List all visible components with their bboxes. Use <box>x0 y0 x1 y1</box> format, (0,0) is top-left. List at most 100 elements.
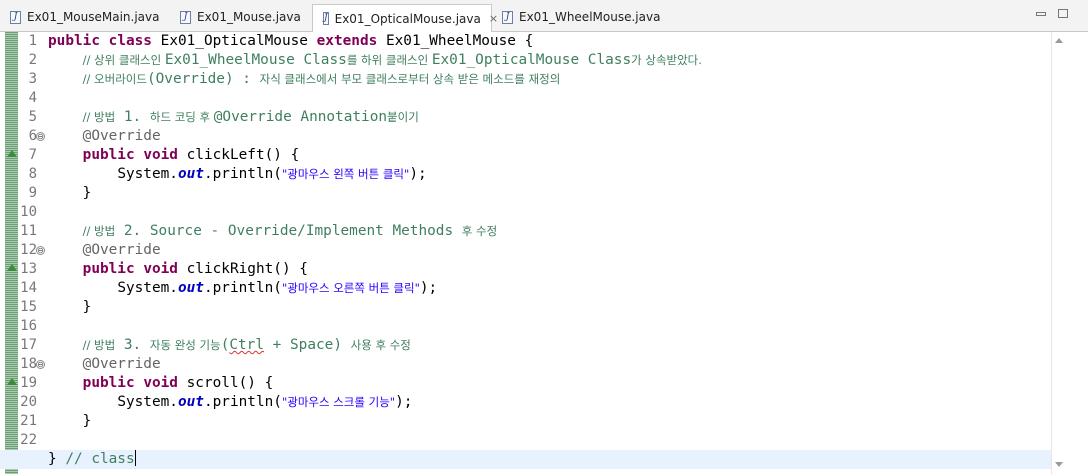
code-line: // 상위 클래스인 Ex01_WheelMouse Class를 하위 클래스… <box>48 51 702 70</box>
brace: } <box>82 299 92 315</box>
fold-icon[interactable]: ⊖ <box>36 360 45 369</box>
tab-ex01-mouse[interactable]: J Ex01_Mouse.java <box>170 4 312 30</box>
minimize-icon[interactable] <box>1036 12 1046 16</box>
quick-diff-ruler <box>5 32 18 474</box>
code-line: public void clickRight() { <box>48 260 308 279</box>
comment-text: // 방법 <box>82 338 116 352</box>
comment-text: + Space) <box>264 337 351 353</box>
code-text: .println( <box>203 280 282 296</box>
tab-label: Ex01_MouseMain.java <box>27 10 160 24</box>
code-line: } <box>48 184 92 203</box>
comment-text: @Override Annotation <box>213 109 388 125</box>
code-line: // 방법 2. Source - Override/Implement Met… <box>48 222 498 241</box>
comment-text: 1. <box>115 109 150 125</box>
code-line: // 오버라이드(Override) : 자식 클래스에서 부모 클래스로부터 … <box>48 70 561 89</box>
tab-ex01-mousemain[interactable]: J Ex01_MouseMain.java <box>0 4 168 30</box>
line-number: 17 <box>20 337 37 353</box>
code-line: // 방법 1. 하드 코딩 후 @Override Annotation붙이기 <box>48 108 419 127</box>
keyword: void <box>143 261 178 277</box>
fold-icon[interactable]: ⊖ <box>36 132 45 141</box>
code-text-area[interactable]: public class Ex01_OpticalMouse extends E… <box>0 32 1088 474</box>
current-code-line: } // class <box>0 450 1088 469</box>
code-line: @Override <box>48 241 161 260</box>
keyword: void <box>143 375 178 391</box>
keyword: void <box>143 147 178 163</box>
brace: { <box>524 33 534 49</box>
comment-text: Ex01_OpticalMouse Class <box>431 52 632 68</box>
code-text: ); <box>419 280 438 296</box>
comment-text: // class <box>65 451 135 467</box>
keyword: public <box>48 33 100 49</box>
line-number: 21 <box>20 413 37 429</box>
annotation: @Override <box>82 128 161 144</box>
static-field: out <box>177 166 204 182</box>
comment-text: 사용 후 수정 <box>350 338 411 352</box>
code-line: System.out.println("광마우스 스크롤 기능"); <box>48 393 412 412</box>
string-literal: "광마우스 왼쪽 버튼 클릭" <box>281 167 410 181</box>
comment-text: 하드 코딩 후 <box>149 110 214 124</box>
tab-label: Ex01_OpticalMouse.java <box>334 11 481 26</box>
keyword: public <box>82 375 135 391</box>
comment-text: // 상위 클래스인 <box>82 53 165 67</box>
maximize-icon[interactable] <box>1058 9 1068 18</box>
scroll-down-icon[interactable] <box>1055 462 1063 467</box>
code-line: System.out.println("광마우스 왼쪽 버튼 클릭"); <box>48 165 427 184</box>
override-marker-icon[interactable] <box>7 264 17 271</box>
brace: } <box>48 451 66 467</box>
keyword: class <box>108 33 152 49</box>
method-signature: clickLeft() { <box>186 147 300 163</box>
scroll-up-icon[interactable] <box>1055 38 1063 43</box>
code-text: ); <box>395 394 413 410</box>
code-line: } <box>48 412 92 431</box>
comment-text: 자식 클래스에서 부모 클래스로부터 상속 받은 메소드를 재정의 <box>259 72 561 86</box>
class-name: Ex01_OpticalMouse <box>160 33 308 49</box>
line-number: 14 <box>20 280 37 296</box>
line-number: 19 <box>20 375 37 391</box>
code-line: public class Ex01_OpticalMouse extends E… <box>48 32 533 51</box>
line-number: 10 <box>20 204 37 220</box>
static-field: out <box>177 280 204 296</box>
line-number: 7 <box>28 147 37 163</box>
keyword: public <box>82 147 135 163</box>
code-text: ); <box>409 166 427 182</box>
string-literal: "광마우스 스크롤 기능" <box>281 395 396 409</box>
comment-text: 후 수정 <box>461 224 498 238</box>
line-number: 15 <box>20 299 37 315</box>
annotation: @Override <box>82 356 161 372</box>
editor-tab-bar: J Ex01_MouseMain.java J Ex01_Mouse.java … <box>0 0 1088 32</box>
tab-ex01-opticalmouse[interactable]: J Ex01_OpticalMouse.java × <box>312 4 498 32</box>
annotation: @Override <box>82 242 161 258</box>
static-field: out <box>177 394 204 410</box>
code-line: public void scroll() { <box>48 374 274 393</box>
comment-text: (Override) : <box>146 71 260 87</box>
line-number: 22 <box>20 432 37 448</box>
brace: } <box>82 185 92 201</box>
override-marker-icon[interactable] <box>7 150 17 157</box>
line-number: 16 <box>20 318 37 334</box>
keyword: extends <box>316 33 378 49</box>
line-number: 20 <box>20 394 37 410</box>
vertical-scrollbar[interactable] <box>1051 32 1088 474</box>
code-text: System. <box>117 280 178 296</box>
brace: } <box>82 413 92 429</box>
line-number: 1 <box>28 33 37 49</box>
line-number: 13 <box>20 261 37 277</box>
tab-ex01-wheelmouse[interactable]: J Ex01_WheelMouse.java <box>492 4 662 30</box>
line-number: 18 <box>20 356 37 372</box>
code-editor[interactable]: 1 2 3 4 5 6 7 8 9 10 11 12 13 14 15 16 1… <box>0 32 1088 474</box>
parent-class-name: Ex01_WheelMouse <box>385 33 516 49</box>
comment-text: 를 하위 클래스인 <box>346 53 432 67</box>
line-number: 4 <box>28 90 37 106</box>
override-marker-icon[interactable] <box>7 378 17 385</box>
code-text: System. <box>117 166 178 182</box>
text-caret <box>134 450 136 466</box>
line-number: 12 <box>20 242 37 258</box>
fold-icon[interactable]: ⊖ <box>36 246 45 255</box>
line-number: 6 <box>28 128 37 144</box>
line-number: 8 <box>28 166 37 182</box>
comment-text: Ex01_WheelMouse Class <box>164 52 347 68</box>
spelling-error-text: Ctrl <box>229 337 265 353</box>
line-number: 3 <box>28 71 37 87</box>
method-signature: scroll() { <box>186 375 274 391</box>
code-line: public void clickLeft() { <box>48 146 300 165</box>
